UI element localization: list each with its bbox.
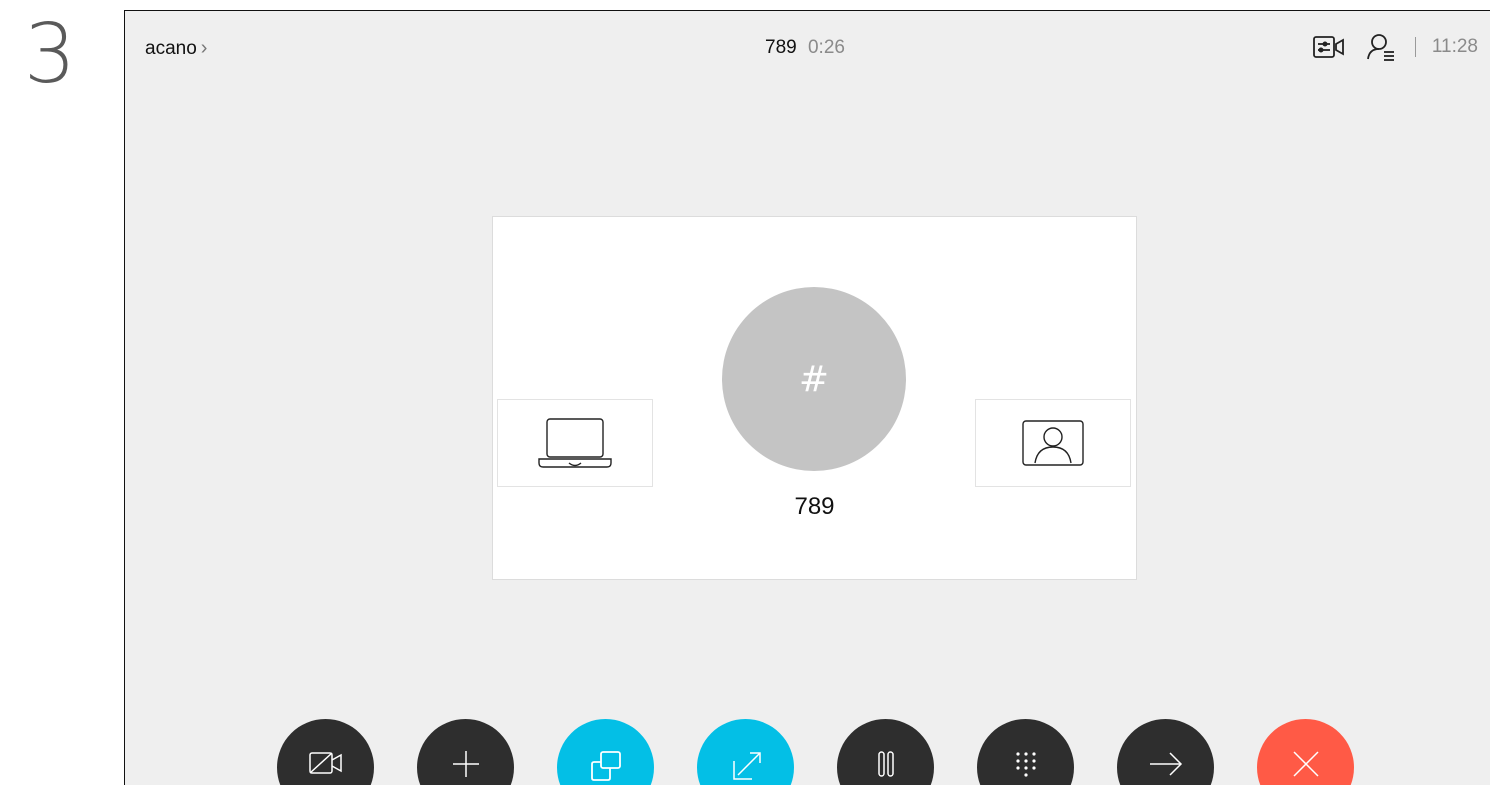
plus-icon — [452, 751, 479, 777]
share-screen-icon — [590, 751, 621, 781]
participant-avatar: # — [722, 287, 906, 471]
divider — [1414, 37, 1416, 57]
close-icon — [1292, 751, 1319, 777]
hold-button[interactable] — [837, 719, 934, 785]
camera-settings-icon[interactable] — [1311, 29, 1347, 65]
self-view-tile[interactable] — [975, 399, 1131, 487]
call-duration: 0:26 — [807, 37, 845, 58]
step-number: 3 — [23, 7, 77, 102]
participant-name: 789 — [794, 493, 835, 520]
expand-icon — [732, 752, 761, 780]
breadcrumb[interactable]: acano › — [145, 37, 207, 60]
participants-icon[interactable] — [1363, 29, 1399, 65]
call-controls — [277, 719, 1354, 785]
keypad-button[interactable] — [977, 719, 1074, 785]
call-stage: # 789 — [492, 216, 1137, 580]
presentation-tile[interactable] — [497, 399, 653, 487]
arrow-right-icon — [1149, 752, 1182, 776]
touch-panel-screen: acano › 789 0:26 11:28 # 789 — [124, 10, 1490, 785]
share-button[interactable] — [557, 719, 654, 785]
keypad-icon — [1015, 752, 1036, 777]
breadcrumb-label: acano — [145, 37, 197, 59]
add-participant-button[interactable] — [417, 719, 514, 785]
camera-off-icon — [308, 752, 342, 774]
chevron-right-icon: › — [200, 37, 208, 59]
self-view-icon — [1022, 420, 1084, 466]
top-bar: acano › 789 0:26 11:28 — [125, 11, 1490, 83]
call-number: 789 — [765, 37, 797, 58]
camera-off-button[interactable] — [277, 719, 374, 785]
transfer-button[interactable] — [1117, 719, 1214, 785]
end-call-button[interactable] — [1257, 719, 1354, 785]
call-info: 789 0:26 — [765, 37, 845, 59]
pause-icon — [877, 751, 894, 777]
layout-button[interactable] — [697, 719, 794, 785]
clock: 11:28 — [1431, 36, 1478, 57]
top-right-controls: 11:28 — [1311, 29, 1478, 65]
laptop-icon — [538, 418, 612, 468]
